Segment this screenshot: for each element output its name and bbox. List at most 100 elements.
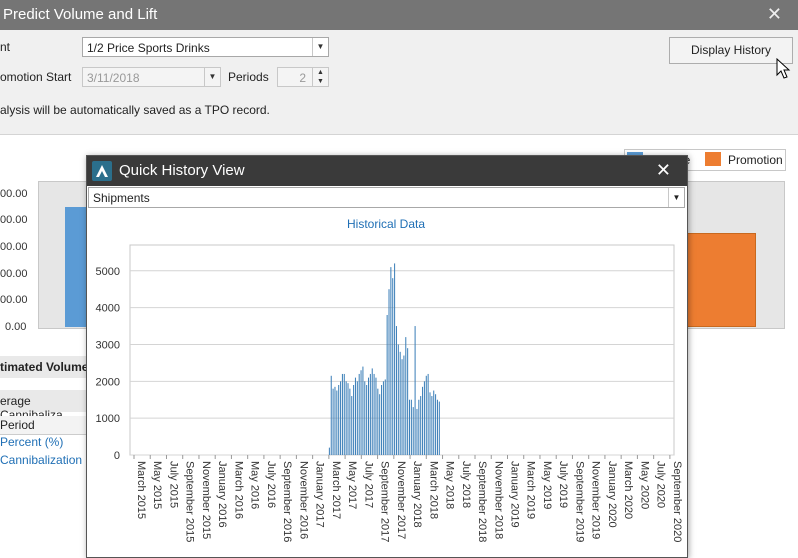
quick-history-dialog: Quick History View ✕ Shipments ▼ Histori… [86,155,688,558]
x-tick-label: May 2019 [541,461,553,509]
history-bar [431,396,433,455]
history-bar [407,348,409,455]
x-tick-label: September 2015 [184,461,196,542]
x-tick-label: May 2020 [638,461,650,509]
history-bar [382,381,384,455]
background-y-tick: 00.00 [0,294,28,306]
x-tick-label: September 2017 [379,461,391,542]
history-bar [379,394,381,455]
x-tick-label: March 2016 [232,461,244,519]
main-window-title: Predict Volume and Lift [3,6,158,23]
x-tick-label: November 2015 [200,461,212,539]
history-bar [388,289,390,455]
x-tick-label: September 2016 [281,461,293,542]
periods-stepper[interactable]: 2 ▲ ▼ [277,67,329,87]
history-bar [345,381,347,455]
x-tick-label: November 2016 [297,461,309,539]
chart-title: Historical Data [347,217,425,231]
history-bar [435,394,437,455]
calendar-dropdown-icon[interactable]: ▼ [204,68,220,86]
y-tick-label: 1000 [96,413,120,425]
history-bar [390,267,392,455]
x-tick-label: March 2020 [622,461,634,519]
y-tick-label: 2000 [96,376,120,388]
x-tick-label: July 2017 [362,461,374,508]
history-bar [394,263,396,455]
history-bar [375,377,377,455]
dialog-close-icon[interactable]: ✕ [656,160,671,181]
estimated-volume-title: timated Volume [0,360,89,374]
event-select[interactable]: 1/2 Price Sports Drinks ▼ [82,37,329,57]
x-tick-label: July 2015 [167,461,179,508]
history-bar [338,385,340,455]
history-bar [410,399,412,455]
history-bar [373,373,375,455]
app-logo-icon [92,161,112,181]
background-y-tick: 00.00 [0,214,28,226]
x-tick-label: September 2019 [573,461,585,542]
history-bar [349,388,351,455]
mouse-cursor-icon [776,58,791,79]
y-tick-label: 0 [114,450,120,462]
background-promotion-bar [684,233,756,327]
history-bar [405,337,407,455]
stepper-arrows-icon[interactable]: ▲ ▼ [312,68,328,86]
promotion-start-date[interactable]: 3/11/2018 ▼ [82,67,221,87]
x-tick-label: November 2018 [492,461,504,539]
history-bar [412,407,414,455]
measure-select[interactable]: Shipments ▼ [88,187,685,208]
dialog-title: Quick History View [119,162,245,179]
chevron-down-icon[interactable]: ▼ [668,188,684,207]
x-tick-label: November 2019 [590,461,602,539]
history-bar [422,386,424,455]
x-tick-label: January 2018 [411,461,423,528]
history-bar [397,344,399,455]
history-bar [427,373,429,455]
history-bar [360,370,362,455]
dialog-title-bar: Quick History View ✕ [87,156,687,186]
history-bar [356,381,358,455]
history-bar [416,408,418,455]
background-y-tick: 0.00 [5,321,27,333]
x-tick-label: January 2019 [508,461,520,528]
display-history-button[interactable]: Display History [669,37,793,64]
x-tick-label: July 2020 [655,461,667,508]
history-bar [433,390,435,455]
x-tick-label: July 2019 [557,461,569,508]
history-bar [386,315,388,455]
x-tick-label: March 2015 [135,461,147,519]
x-tick-label: March 2018 [427,461,439,519]
x-tick-label: September 2020 [671,461,683,542]
history-bar [395,326,397,455]
average-cannibalization-header: erage Cannibaliza [0,390,90,422]
history-bar [425,375,427,455]
history-bar [377,388,379,455]
x-tick-label: July 2016 [265,461,277,508]
x-tick-label: September 2018 [476,461,488,542]
history-bar [369,373,371,455]
y-tick-label: 5000 [96,266,120,278]
history-bar [429,392,431,455]
x-tick-label: March 2017 [330,461,342,519]
background-baseline-bar [65,207,87,327]
history-bar [341,373,343,455]
y-tick-label: 4000 [96,303,120,315]
x-tick-label: March 2019 [525,461,537,519]
chevron-down-icon[interactable]: ▼ [312,38,328,56]
y-tick-label: 3000 [96,339,120,351]
x-tick-label: January 2017 [314,461,326,528]
history-bar [366,385,368,455]
history-bar [358,373,360,455]
x-tick-label: January 2020 [606,461,618,528]
history-bar [336,390,338,455]
history-bar [328,447,330,455]
main-close-icon[interactable]: ✕ [767,4,782,25]
grid-row-cannibalization[interactable]: Cannibalization ( [0,453,89,467]
grid-row-percent[interactable]: Percent (%) [0,435,63,449]
history-bar [408,399,411,455]
history-bar [420,396,422,455]
history-bar [436,399,438,455]
background-y-tick: 00.00 [0,241,28,253]
history-bar [368,377,370,455]
history-bar [401,359,403,455]
